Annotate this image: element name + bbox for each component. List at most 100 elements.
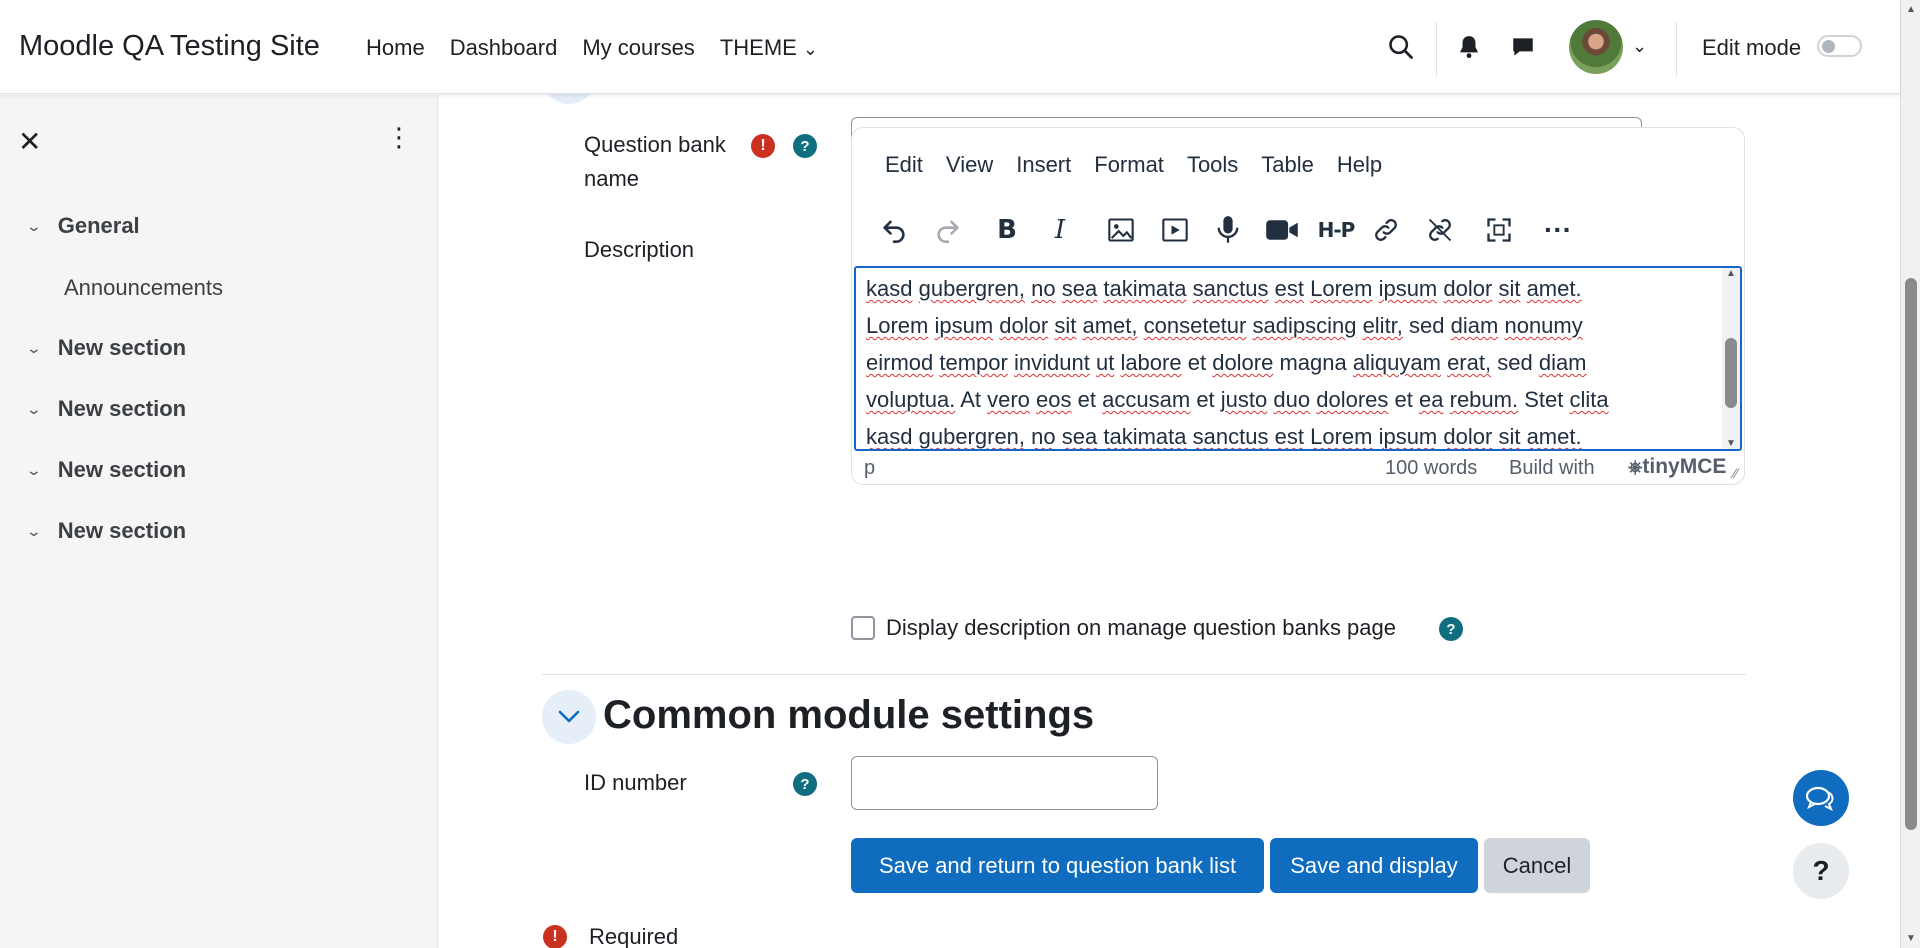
description-editor: Edit View Insert Format Tools Table Help… — [851, 127, 1745, 485]
menu-table[interactable]: Table — [1261, 152, 1314, 178]
nav-theme-label: THEME — [719, 35, 797, 60]
menu-help[interactable]: Help — [1337, 152, 1382, 178]
drawer-item-announcements[interactable]: Announcements — [64, 275, 223, 301]
editor-line: kasd gubergren, no sea takimata sanctus … — [866, 276, 1582, 301]
drawer-section-new-section-3[interactable]: ⌄ New section — [25, 457, 187, 483]
build-with-label: Build with — [1509, 457, 1595, 479]
editor-menubar: Edit View Insert Format Tools Table Help — [885, 152, 1382, 178]
page-scrollbar[interactable]: ▲ ▼ — [1900, 0, 1920, 948]
editor-text[interactable]: kasd gubergren, no sea takimata sanctus … — [866, 270, 1716, 449]
resize-handle-icon[interactable]: ∕∕ — [1733, 465, 1738, 481]
scroll-down-icon[interactable]: ▼ — [1905, 933, 1917, 944]
microphone-icon[interactable] — [1208, 210, 1248, 250]
menu-view[interactable]: View — [946, 152, 993, 178]
menu-format[interactable]: Format — [1094, 152, 1164, 178]
word-count[interactable]: 100 words — [1385, 457, 1477, 480]
qbank-name-label: Question bank name — [584, 128, 726, 196]
navbar-divider — [1676, 22, 1677, 76]
italic-icon[interactable]: I — [1040, 210, 1080, 250]
drawer-section-title: New section — [57, 396, 187, 421]
chevron-down-icon — [558, 710, 580, 723]
video-camera-icon[interactable] — [1262, 210, 1302, 250]
media-icon[interactable] — [1155, 210, 1195, 250]
editor-line: eirmod tempor invidunt ut labore et dolo… — [866, 350, 1587, 375]
bell-icon[interactable] — [1452, 30, 1486, 64]
chevron-down-icon: ⌄ — [25, 461, 43, 478]
editor-line: voluptua. At vero eos et accusam et just… — [866, 387, 1609, 412]
scroll-up-icon[interactable]: ▲ — [1905, 4, 1917, 15]
editor-scroll-thumb[interactable] — [1725, 338, 1737, 408]
kebab-menu-icon[interactable]: ⋮ — [386, 124, 412, 150]
primary-navigation: Home Dashboard My courses THEME ⌄ — [366, 35, 818, 61]
editor-line: Lorem ipsum dolor sit amet, consetetur s… — [866, 313, 1583, 338]
editor-line: kasd gubergren, no sea takimata sanctus … — [866, 424, 1582, 449]
unlink-icon[interactable] — [1420, 210, 1460, 250]
drawer-section-new-section-4[interactable]: ⌄ New section — [25, 518, 187, 544]
qbank-name-label-line2: name — [584, 166, 640, 191]
help-icon[interactable]: ? — [793, 772, 817, 796]
id-number-input[interactable] — [851, 756, 1158, 810]
course-index-drawer: ✕ ⋮ ⌄ General Announcements ⌄ New sectio… — [0, 95, 438, 948]
help-fab-question-icon[interactable]: ? — [1793, 843, 1849, 899]
description-label: Description — [584, 237, 695, 262]
chevron-down-icon: ⌄ — [802, 39, 818, 59]
nav-my-courses[interactable]: My courses — [582, 35, 694, 61]
scroll-up-icon[interactable]: ▲ — [1725, 268, 1737, 279]
fullscreen-icon[interactable] — [1479, 210, 1519, 250]
image-icon[interactable] — [1101, 210, 1141, 250]
editor-scrollbar[interactable]: ▲ ▼ — [1722, 268, 1740, 449]
tinymce-brand: tinyMCE — [1642, 455, 1727, 478]
chevron-down-icon: ⌄ — [25, 400, 43, 417]
display-description-checkbox[interactable] — [851, 616, 875, 640]
redo-icon[interactable] — [928, 210, 968, 250]
close-icon[interactable]: ✕ — [18, 125, 41, 158]
edit-mode-toggle[interactable] — [1817, 35, 1862, 57]
chevron-down-icon: ⌄ — [25, 339, 43, 356]
user-avatar[interactable] — [1569, 20, 1623, 74]
drawer-section-new-section-2[interactable]: ⌄ New section — [25, 396, 187, 422]
link-icon[interactable] — [1366, 210, 1406, 250]
required-legend: Required — [589, 924, 679, 948]
bold-icon[interactable]: B — [987, 210, 1027, 250]
chevron-down-icon: ⌄ — [25, 522, 43, 539]
menu-edit[interactable]: Edit — [885, 152, 923, 178]
section-divider — [542, 674, 1746, 675]
drawer-section-title: New section — [57, 457, 187, 482]
save-and-return-button[interactable]: Save and return to question bank list — [851, 838, 1264, 893]
drawer-section-title: New section — [57, 335, 187, 360]
page-scroll-thumb[interactable] — [1905, 278, 1917, 830]
chat-icon[interactable] — [1506, 30, 1540, 64]
messaging-drawer-button[interactable] — [1793, 770, 1849, 826]
menu-tools[interactable]: Tools — [1187, 152, 1238, 178]
help-icon[interactable]: ? — [1439, 617, 1463, 641]
nav-home[interactable]: Home — [366, 35, 425, 61]
common-module-settings-heading: Common module settings — [603, 693, 1095, 737]
chevron-down-icon[interactable]: ⌄ — [1632, 36, 1647, 57]
nav-dashboard[interactable]: Dashboard — [450, 35, 558, 61]
navbar-divider — [1436, 22, 1437, 76]
editor-content-area[interactable]: kasd gubergren, no sea takimata sanctus … — [854, 266, 1742, 451]
scroll-down-icon[interactable]: ▼ — [1725, 438, 1737, 449]
site-name[interactable]: Moodle QA Testing Site — [19, 30, 320, 63]
chat-bubbles-icon — [1805, 786, 1834, 812]
drawer-section-new-section-1[interactable]: ⌄ New section — [25, 335, 187, 361]
tinymce-logo-icon: ⎈ — [1628, 457, 1643, 477]
h5p-icon[interactable]: H‑P — [1316, 210, 1356, 250]
more-icon[interactable]: ··· — [1538, 210, 1578, 250]
drawer-section-title: General — [57, 213, 140, 238]
display-description-label: Display description on manage question b… — [886, 615, 1396, 640]
tinymce-logo[interactable]: ⎈tinyMCE — [1628, 455, 1726, 479]
common-settings-collapse-button[interactable] — [542, 690, 596, 744]
top-navbar: Moodle QA Testing Site Home Dashboard My… — [0, 0, 1900, 94]
cancel-button[interactable]: Cancel — [1484, 838, 1590, 893]
element-path[interactable]: p — [864, 457, 875, 480]
menu-insert[interactable]: Insert — [1016, 152, 1071, 178]
drawer-section-general[interactable]: ⌄ General — [26, 213, 140, 239]
drawer-section-title: New section — [57, 518, 187, 543]
undo-icon[interactable] — [874, 210, 914, 250]
save-and-display-button[interactable]: Save and display — [1270, 838, 1478, 893]
search-icon[interactable] — [1384, 30, 1418, 64]
help-icon[interactable]: ? — [793, 134, 817, 158]
qbank-name-label-line1: Question bank — [584, 132, 726, 157]
nav-theme-menu[interactable]: THEME ⌄ — [720, 35, 818, 61]
